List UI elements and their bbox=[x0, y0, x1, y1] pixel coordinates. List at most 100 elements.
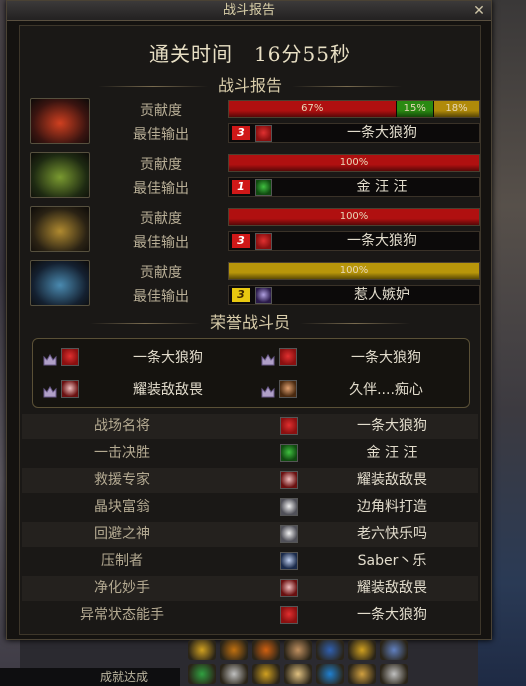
redhair-job-icon bbox=[280, 579, 298, 597]
player-row: 贡献度最佳输出 67% 15% 18% 3 一条大狼狗 bbox=[30, 98, 480, 146]
best-output-name: 一条大狼狗 bbox=[347, 233, 417, 249]
purple-job-icon bbox=[255, 287, 272, 304]
award-winner-name: 耀装敌敌畏 bbox=[357, 580, 427, 596]
best-output-box: 3 一条大狼狗 bbox=[228, 231, 480, 251]
award-row: 一击决胜 金 汪 汪 bbox=[22, 441, 478, 466]
rank-badge: 3 bbox=[232, 126, 250, 140]
scroll-icon[interactable] bbox=[220, 664, 248, 684]
award-row: 压制者 Saber丶乐 bbox=[22, 549, 478, 574]
best-output-name: 一条大狼狗 bbox=[347, 125, 417, 141]
green-job-icon bbox=[255, 179, 272, 196]
award-row: 救援专家 耀装敌敌畏 bbox=[22, 468, 478, 493]
honor-member-name: 久伴....痴心 bbox=[349, 382, 423, 398]
crown-icon bbox=[43, 351, 57, 366]
clear-time: 通关时间 16分55秒 bbox=[149, 42, 351, 66]
contribution-segment: 100% bbox=[229, 209, 479, 225]
award-row: 晶块富翁 边角料打造 bbox=[22, 495, 478, 520]
award-winner-name: 一条大狼狗 bbox=[357, 418, 427, 434]
contribution-bar: 100% bbox=[228, 262, 480, 280]
best-output-label: 最佳输出 bbox=[133, 289, 189, 305]
blue-helmet-portrait bbox=[30, 260, 90, 306]
honor-member-name: 一条大狼狗 bbox=[351, 350, 421, 366]
award-row: 净化妙手 耀装敌敌畏 bbox=[22, 576, 478, 601]
honor-members-box: 一条大狼狗 一条大狼狗耀装敌敌畏 久伴....痴心 bbox=[32, 338, 470, 408]
battle-report-window: 战斗报告 ✕ 通关时间 16分55秒 战斗报告 贡献度 最佳输出 67% 15% 18%… bbox=[6, 0, 492, 640]
sword-skill-icon[interactable] bbox=[188, 640, 216, 660]
d-icon[interactable] bbox=[252, 664, 280, 684]
compass-icon[interactable] bbox=[252, 640, 280, 660]
contribution-segment: 67% bbox=[229, 101, 397, 117]
white-job-icon bbox=[280, 525, 298, 543]
honor-heading: 荣誉战斗员 bbox=[20, 309, 480, 333]
best-output-box: 3 惹人嫉妒 bbox=[228, 285, 480, 305]
skill-hotbar bbox=[186, 638, 426, 686]
award-row: 回避之神 老六快乐吗 bbox=[22, 522, 478, 547]
honor-member[interactable]: 久伴....痴心 bbox=[257, 377, 467, 403]
best-output-label: 最佳输出 bbox=[133, 235, 189, 251]
red-job-icon bbox=[280, 606, 298, 624]
red-helmet-portrait bbox=[30, 98, 90, 144]
best-output-label: 最佳输出 bbox=[133, 181, 189, 197]
player-row: 贡献度最佳输出 100% 1 金 汪 汪 bbox=[30, 152, 480, 200]
best-output-label: 最佳输出 bbox=[133, 127, 189, 143]
best-output-name: 金 汪 汪 bbox=[356, 179, 408, 195]
award-title: 救援专家 bbox=[94, 472, 150, 488]
award-title: 战场名将 bbox=[94, 418, 150, 434]
white-job-icon bbox=[280, 498, 298, 516]
best-output-box: 1 金 汪 汪 bbox=[228, 177, 480, 197]
award-title: 晶块富翁 bbox=[94, 499, 150, 515]
award-row: 战场名将 一条大狼狗 bbox=[22, 414, 478, 439]
window-title: 战斗报告 bbox=[222, 3, 275, 18]
coin-icon[interactable] bbox=[348, 640, 376, 660]
honor-member[interactable]: 一条大狼狗 bbox=[39, 345, 249, 371]
crown-icon bbox=[43, 383, 57, 398]
rank-badge: 1 bbox=[232, 180, 250, 194]
honor-member-name: 一条大狼狗 bbox=[133, 350, 203, 366]
award-winner-name: 边角料打造 bbox=[357, 499, 427, 515]
report-panel: 通关时间 16分55秒 战斗报告 贡献度 最佳输出 67% 15% 18% 3 一条大狼狗贡… bbox=[19, 25, 481, 635]
award-winner-name: 一条大狼狗 bbox=[357, 607, 427, 623]
chest-icon[interactable] bbox=[348, 664, 376, 684]
green-book-icon[interactable] bbox=[188, 664, 216, 684]
window-titlebar[interactable]: 战斗报告 ✕ bbox=[7, 1, 491, 21]
red-job-icon bbox=[61, 348, 79, 366]
red-job-icon bbox=[280, 417, 298, 435]
honor-member[interactable]: 耀装敌敌畏 bbox=[39, 377, 249, 403]
contribution-bar: 67% 15% 18% bbox=[228, 100, 480, 118]
best-output-name: 惹人嫉妒 bbox=[354, 287, 410, 303]
close-icon[interactable]: ✕ bbox=[471, 1, 487, 21]
crown-icon bbox=[261, 351, 275, 366]
rank-badge: 3 bbox=[232, 288, 250, 302]
crown-icon bbox=[261, 383, 275, 398]
contribution-segment: 18% bbox=[434, 101, 479, 117]
contribution-segment: 100% bbox=[229, 155, 479, 171]
award-winner-name: 金 汪 汪 bbox=[366, 445, 418, 461]
award-winner-name: 老六快乐吗 bbox=[357, 526, 427, 542]
contribution-label: 贡献度 bbox=[140, 157, 182, 173]
redhair-job-icon bbox=[61, 380, 79, 398]
report-heading: 战斗报告 bbox=[20, 72, 480, 96]
smile-icon[interactable] bbox=[284, 664, 312, 684]
brown-job-icon bbox=[279, 380, 297, 398]
award-winner-name: 耀装敌敌畏 bbox=[357, 472, 427, 488]
award-title: 异常状态能手 bbox=[80, 607, 164, 623]
gem-icon[interactable] bbox=[380, 640, 408, 660]
honor-member[interactable]: 一条大狼狗 bbox=[257, 345, 467, 371]
gear-icon[interactable] bbox=[380, 664, 408, 684]
tp-icon[interactable] bbox=[316, 664, 344, 684]
redhair-job-icon bbox=[280, 471, 298, 489]
award-title: 压制者 bbox=[101, 553, 143, 569]
house-icon[interactable] bbox=[220, 640, 248, 660]
rank-badge: 3 bbox=[232, 234, 250, 248]
contribution-label: 贡献度 bbox=[140, 265, 182, 281]
face-icon[interactable] bbox=[284, 640, 312, 660]
award-title: 回避之神 bbox=[94, 526, 150, 542]
contribution-bar: 100% bbox=[228, 208, 480, 226]
green-job-icon bbox=[280, 444, 298, 462]
blue-job-icon bbox=[280, 552, 298, 570]
award-title: 一击决胜 bbox=[94, 445, 150, 461]
green-helmet-portrait bbox=[30, 152, 90, 198]
red-job-icon bbox=[279, 348, 297, 366]
calendar-icon[interactable] bbox=[316, 640, 344, 660]
contribution-label: 贡献度 bbox=[140, 103, 182, 119]
